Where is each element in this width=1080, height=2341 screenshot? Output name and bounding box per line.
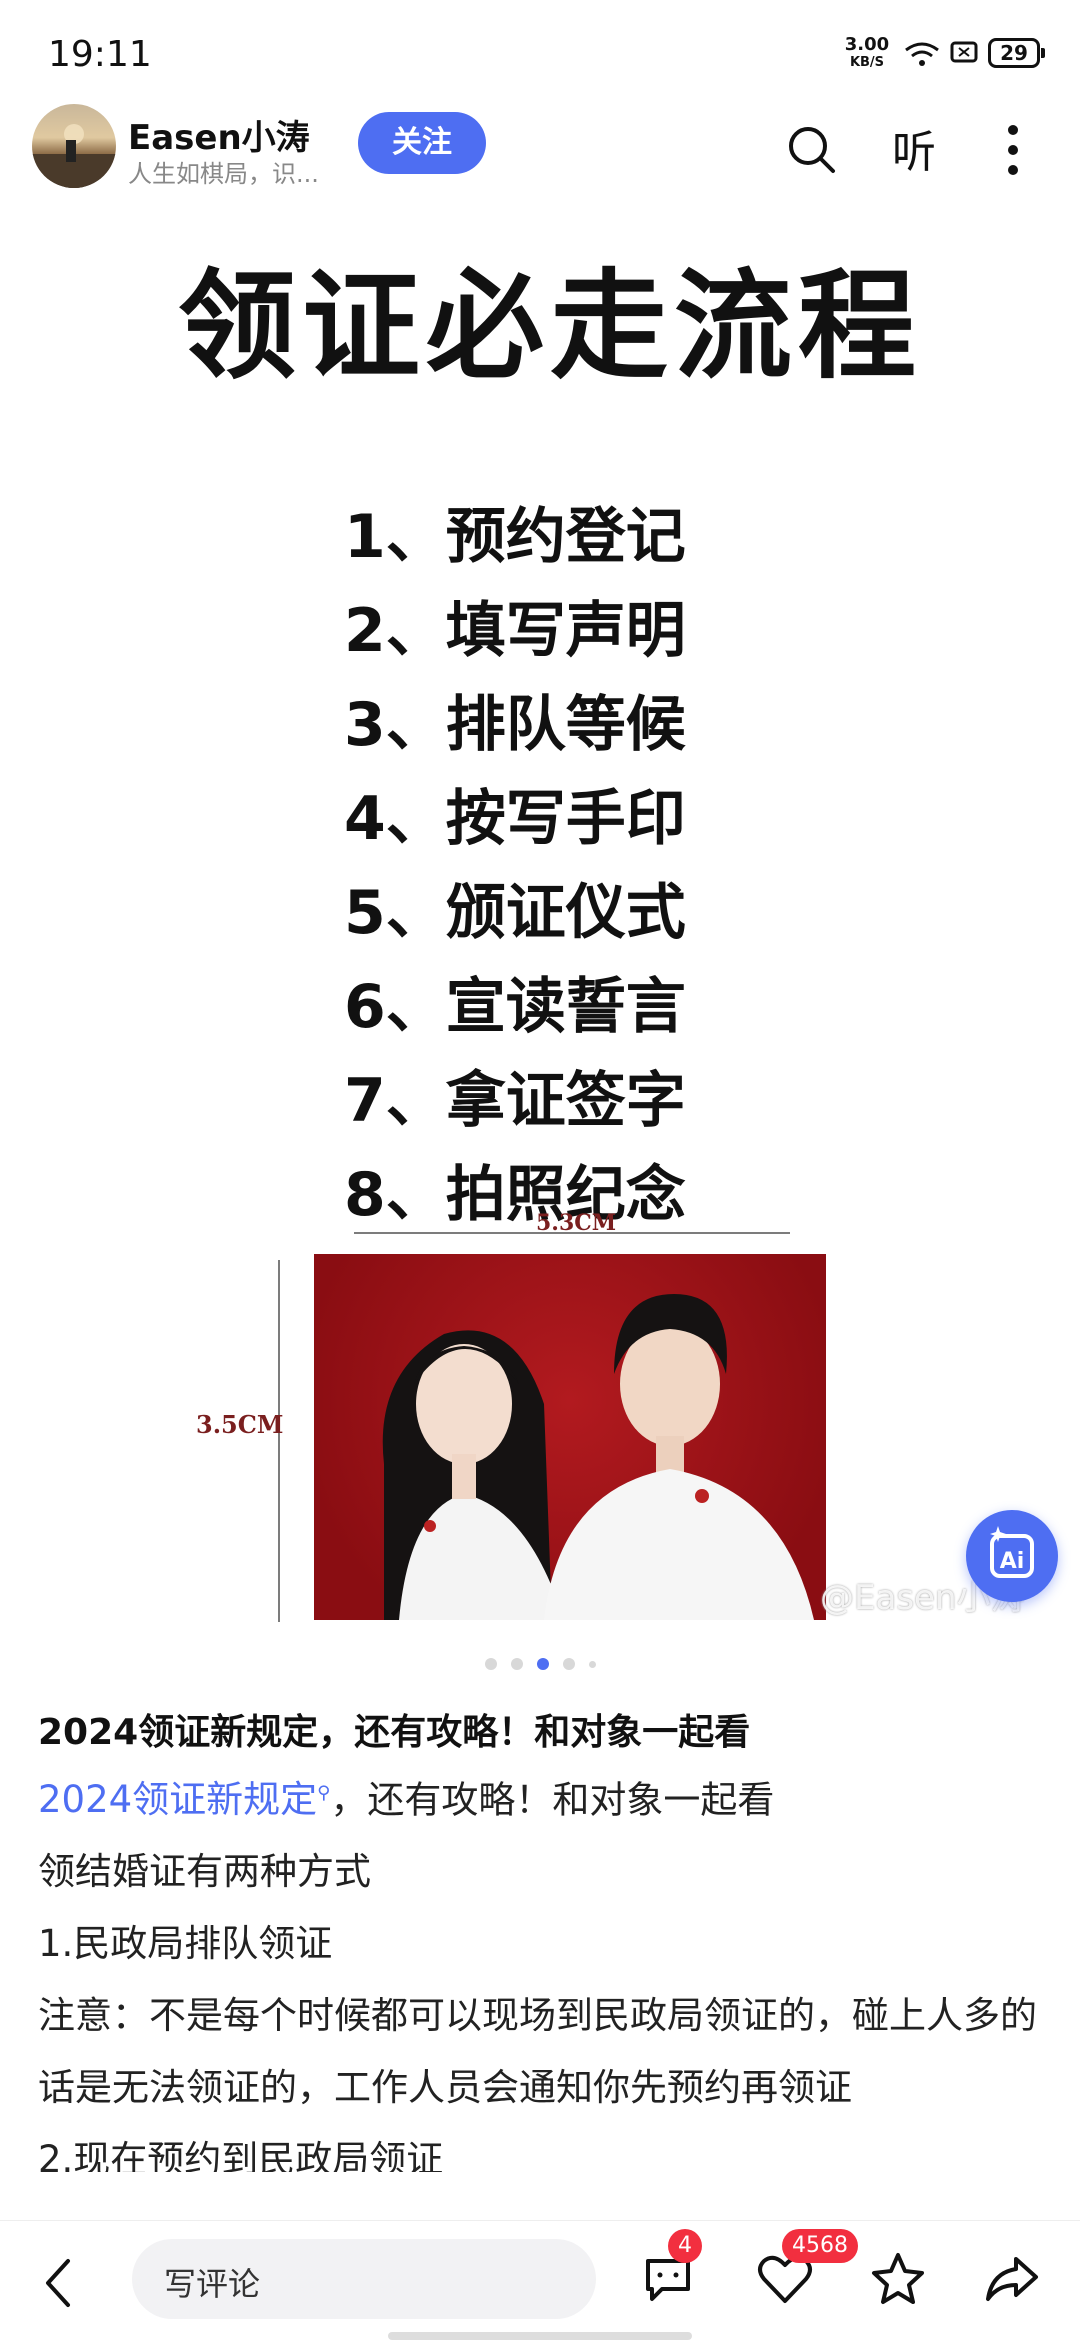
step-item: 1、预约登记 — [344, 502, 686, 572]
carousel-indicator — [0, 1658, 1080, 1670]
carousel-dot-active[interactable] — [536, 1658, 549, 1670]
author-avatar[interactable] — [32, 104, 116, 188]
step-item: 2、填写声明 — [344, 596, 686, 666]
carousel-dot[interactable] — [484, 1658, 497, 1670]
post-image[interactable]: 领证必走流程 1、预约登记 2、填写声明 3、排队等候 4、按写手印 5、颁证仪… — [0, 210, 1080, 1640]
home-indicator — [388, 2332, 692, 2340]
couple-photo — [314, 1254, 826, 1620]
article-paragraph: 2.现在预约到民政局领证 — [38, 2138, 444, 2173]
height-label: 3.5CM — [196, 1410, 284, 1439]
step-item: 8、拍照纪念 — [344, 1160, 686, 1230]
carousel-dot[interactable] — [588, 1660, 596, 1668]
status-time: 19:11 — [48, 34, 152, 75]
step-item: 4、按写手印 — [344, 784, 686, 854]
step-item: 5、颁证仪式 — [344, 878, 686, 948]
article-paragraph: 2024领证新规定⚲，还有攻略！和对象一起看 — [38, 1758, 1048, 1836]
keyword-link[interactable]: 2024领证新规定⚲ — [38, 1778, 330, 1821]
article-title: 2024领证新规定，还有攻略！和对象一起看 — [38, 1712, 751, 1753]
height-dimension-line — [278, 1260, 280, 1622]
back-icon[interactable] — [42, 2257, 74, 2313]
bottom-action-bar: 写评论 4 4568 — [0, 2220, 1080, 2341]
share-icon[interactable] — [984, 2251, 1040, 2311]
comment-input[interactable]: 写评论 — [132, 2239, 596, 2319]
status-bar: 19:11 3.00 KB/S 29 — [0, 0, 1080, 100]
keyword-link-text: 2024领证新规定 — [38, 1778, 318, 1822]
article-body: 2024领证新规定，还有攻略！和对象一起看 2024领证新规定⚲，还有攻略！和对… — [38, 1698, 1048, 2172]
follow-button[interactable]: 关注 — [358, 112, 486, 174]
carousel-dot[interactable] — [510, 1658, 523, 1670]
battery-indicator: 29 — [988, 38, 1045, 68]
search-mini-icon: ⚲ — [317, 1783, 331, 1804]
listen-button[interactable]: 听 — [892, 116, 936, 180]
more-icon[interactable] — [1006, 124, 1020, 180]
search-icon[interactable] — [786, 124, 838, 180]
net-speed-unit: KB/S — [849, 55, 885, 70]
article-paragraph: 1.民政局排队领证 — [38, 1922, 333, 1966]
steps-list: 1、预约登记 2、填写声明 3、排队等候 4、按写手印 5、颁证仪式 6、宣读誓… — [344, 490, 686, 1242]
step-item: 6、宣读誓言 — [344, 972, 686, 1042]
sim-icon — [950, 40, 978, 68]
comment-placeholder: 写评论 — [164, 2265, 261, 2303]
width-label: 5.3CM — [536, 1210, 617, 1236]
article-paragraph: 领结婚证有两种方式 — [38, 1850, 371, 1894]
net-speed-value: 3.00 — [844, 34, 890, 55]
star-icon[interactable] — [870, 2251, 926, 2311]
carousel-dot[interactable] — [562, 1658, 575, 1670]
like-count-badge: 4568 — [782, 2229, 858, 2263]
author-bio: 人生如棋局，识... — [128, 160, 319, 188]
author-name[interactable]: Easen小涛 — [128, 110, 310, 159]
article-paragraph: 注意：不是每个时候都可以现场到民政局领证的，碰上人多的话是无法领证的，工作人员会… — [38, 1994, 1037, 2110]
article-line1-rest: ，还有攻略！和对象一起看 — [330, 1778, 775, 1822]
ai-icon: Ai — [990, 1526, 1034, 1578]
net-speed: 3.00 KB/S — [840, 36, 894, 72]
poster-title: 领证必走流程 — [177, 257, 922, 395]
svg-text:Ai: Ai — [1000, 1549, 1025, 1574]
ai-assistant-button[interactable]: Ai — [966, 1510, 1058, 1602]
wifi-icon — [904, 40, 940, 72]
step-item: 3、排队等候 — [344, 690, 686, 760]
comment-count-badge: 4 — [668, 2229, 702, 2263]
post-header: Easen小涛 人生如棋局，识... 关注 听 — [0, 100, 1080, 210]
step-item: 7、拿证签字 — [344, 1066, 686, 1136]
